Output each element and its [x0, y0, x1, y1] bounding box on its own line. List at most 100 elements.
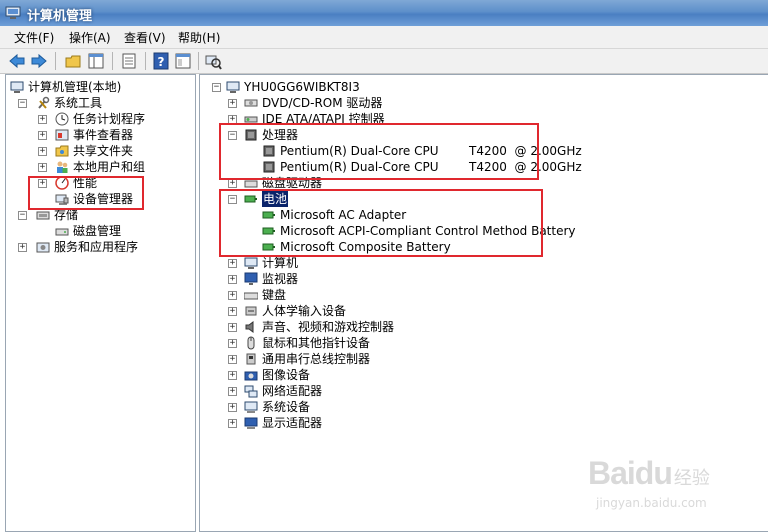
back-arrow-icon[interactable] — [8, 52, 26, 70]
device-label: 通用串行总线控制器 — [262, 352, 371, 366]
device-category-computer[interactable]: + 计算机 — [208, 255, 608, 271]
device-category-usb[interactable]: + 通用串行总线控制器 — [208, 351, 608, 367]
tree-item-system-tools[interactable]: − 系统工具 — [10, 95, 190, 111]
device-label: 系统设备 — [262, 400, 311, 414]
device-category-system[interactable]: + 系统设备 — [208, 399, 608, 415]
properties-icon[interactable] — [120, 52, 138, 70]
collapse-toggle[interactable]: − — [18, 99, 27, 108]
camera-icon — [244, 371, 258, 381]
expand-toggle[interactable]: + — [228, 403, 237, 412]
services-icon — [36, 242, 50, 253]
tree-item-computer-management[interactable]: 计算机管理(本地) — [10, 79, 190, 95]
keyboard-icon — [244, 292, 258, 300]
watermark-brand: Baidu — [588, 455, 673, 491]
expand-toggle[interactable]: + — [228, 275, 237, 284]
expand-toggle[interactable]: + — [228, 371, 237, 380]
show-hide-tree-icon[interactable] — [87, 52, 105, 70]
display-adapter-icon — [244, 417, 258, 429]
expand-toggle[interactable]: + — [38, 163, 47, 172]
menu-file[interactable]: 文件(F) — [14, 29, 54, 46]
tree-item-disk-management[interactable]: 磁盘管理 — [10, 223, 190, 239]
network-icon — [244, 385, 258, 398]
expand-toggle[interactable]: + — [38, 131, 47, 140]
highlight-box-processor — [219, 123, 539, 180]
collapse-toggle[interactable]: − — [212, 83, 221, 92]
device-category-mouse[interactable]: + 鼠标和其他指针设备 — [208, 335, 608, 351]
device-tree-root[interactable]: − YHU0GG6WIBKT8I3 — [208, 79, 608, 95]
device-category-imaging[interactable]: + 图像设备 — [208, 367, 608, 383]
event-viewer-icon — [55, 129, 69, 141]
expand-toggle[interactable]: + — [228, 419, 237, 428]
computer-management-icon — [10, 81, 24, 93]
expand-toggle[interactable]: + — [228, 179, 237, 188]
tree-item-label: 共享文件夹 — [73, 144, 134, 158]
device-label: 监视器 — [262, 272, 299, 286]
scan-hardware-icon[interactable] — [204, 52, 222, 70]
expand-toggle[interactable]: + — [38, 147, 47, 156]
tree-item-label: 本地用户和组 — [73, 160, 146, 174]
tree-item-label: 系统工具 — [54, 96, 103, 110]
monitor-icon — [244, 272, 258, 285]
tree-item-shared-folders[interactable]: + 共享文件夹 — [10, 143, 190, 159]
mouse-icon — [247, 336, 255, 350]
device-category-network[interactable]: + 网络适配器 — [208, 383, 608, 399]
up-folder-icon[interactable] — [64, 52, 82, 70]
collapse-toggle[interactable]: − — [18, 211, 27, 220]
tree-item-task-scheduler[interactable]: + 任务计划程序 — [10, 111, 190, 127]
tree-item-services-apps[interactable]: + 服务和应用程序 — [10, 239, 190, 255]
help-icon[interactable]: ? — [152, 52, 170, 70]
expand-toggle[interactable]: + — [18, 243, 27, 252]
toolbar-separator — [55, 52, 56, 70]
expand-toggle[interactable]: + — [38, 115, 47, 124]
menu-view[interactable]: 查看(V) — [124, 29, 166, 46]
console-icon[interactable] — [174, 52, 192, 70]
tree-item-label: 计算机管理(本地) — [28, 80, 122, 94]
tree-item-local-users[interactable]: + 本地用户和组 — [10, 159, 190, 175]
computer-management-icon — [5, 6, 21, 19]
expand-toggle[interactable]: + — [228, 387, 237, 396]
tree-item-label: 事件查看器 — [73, 128, 134, 142]
menu-help[interactable]: 帮助(H) — [178, 29, 220, 46]
tree-item-label: 服务和应用程序 — [54, 240, 139, 254]
sound-icon — [245, 321, 254, 333]
dvd-drive-icon — [244, 99, 258, 107]
expand-toggle[interactable]: + — [228, 291, 237, 300]
highlight-box-battery — [219, 189, 543, 257]
expand-toggle[interactable]: + — [228, 355, 237, 364]
hid-icon — [245, 306, 257, 316]
shared-folder-icon — [55, 145, 69, 157]
device-category-dvd[interactable]: + DVD/CD-ROM 驱动器 — [208, 95, 608, 111]
expand-toggle[interactable]: + — [228, 259, 237, 268]
console-tree-pane: 计算机管理(本地) − 系统工具 + 任务计划程序 + 事件查看器 + 共享文件… — [5, 74, 196, 532]
device-category-monitor[interactable]: + 监视器 — [208, 271, 608, 287]
forward-arrow-icon[interactable] — [30, 52, 48, 70]
watermark: Baidu 经验 jingyan.baidu.com — [588, 455, 710, 510]
tree-item-label: 任务计划程序 — [73, 112, 146, 126]
expand-toggle[interactable]: + — [228, 323, 237, 332]
device-category-sound[interactable]: + 声音、视频和游戏控制器 — [208, 319, 608, 335]
device-category-display[interactable]: + 显示适配器 — [208, 415, 608, 431]
menu-bar: 文件(F) 操作(A) 查看(V) 帮助(H) — [0, 26, 768, 49]
toolbar: ? — [0, 49, 768, 74]
title-bar: 计算机管理 — [0, 0, 768, 26]
usb-icon — [246, 353, 256, 365]
device-category-keyboard[interactable]: + 键盘 — [208, 287, 608, 303]
device-label: 图像设备 — [262, 368, 311, 382]
device-label: 键盘 — [262, 288, 287, 302]
device-label: 计算机 — [262, 256, 299, 270]
computer-icon — [244, 257, 258, 269]
tree-item-event-viewer[interactable]: + 事件查看器 — [10, 127, 190, 143]
expand-toggle[interactable]: + — [228, 307, 237, 316]
expand-toggle[interactable]: + — [228, 99, 237, 108]
storage-icon — [36, 211, 50, 220]
menu-action[interactable]: 操作(A) — [69, 29, 111, 46]
svg-text:?: ? — [158, 55, 165, 69]
toolbar-separator — [198, 52, 199, 70]
device-category-hid[interactable]: + 人体学输入设备 — [208, 303, 608, 319]
expand-toggle[interactable]: + — [228, 339, 237, 348]
tree-item-label: 磁盘管理 — [73, 224, 122, 238]
disk-management-icon — [55, 228, 69, 236]
computer-icon — [226, 81, 240, 93]
toolbar-separator — [145, 52, 146, 70]
clock-icon — [55, 112, 69, 126]
